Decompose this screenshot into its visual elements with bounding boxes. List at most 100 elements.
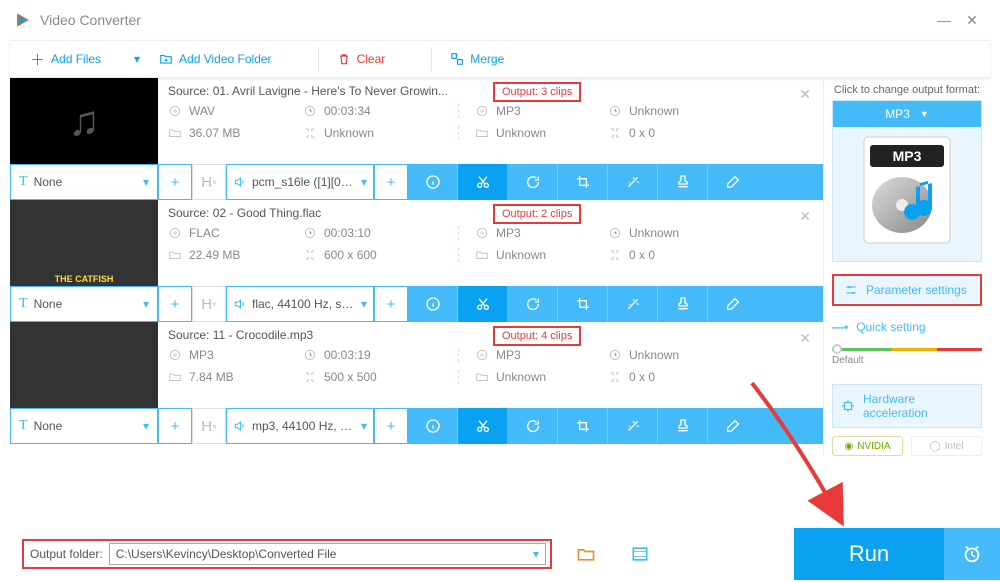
rotate-button[interactable]: [508, 408, 558, 444]
chevron-down-icon: ▾: [143, 297, 149, 311]
info-button[interactable]: [408, 408, 458, 444]
chevron-down-icon: ▾: [533, 547, 539, 561]
merge-button[interactable]: Merge: [450, 52, 504, 66]
toolbar-separator-2: [431, 47, 432, 71]
crop-button[interactable]: [558, 164, 608, 200]
folder-icon: [168, 126, 182, 140]
close-button[interactable]: ✕: [958, 12, 986, 29]
film-icon-button[interactable]: [620, 534, 660, 574]
watermark-button[interactable]: [658, 286, 708, 322]
remove-item-button[interactable]: ✕: [799, 330, 811, 347]
minimize-button[interactable]: —: [930, 12, 958, 28]
input-duration: 00:03:10: [324, 226, 371, 240]
edit-button[interactable]: [708, 286, 758, 322]
add-subtitle-button[interactable]: +: [158, 286, 192, 322]
folder-icon: [475, 370, 489, 384]
input-format: WAV: [189, 104, 215, 118]
output-dimensions: 0 x 0: [629, 370, 655, 384]
run-button[interactable]: Run: [794, 528, 944, 580]
audio-track-select[interactable]: mp3, 44100 Hz, ste▾: [226, 408, 374, 444]
input-duration: 00:03:19: [324, 348, 371, 362]
subtitle-select[interactable]: TNone▾: [10, 164, 158, 200]
add-subtitle-button[interactable]: +: [158, 164, 192, 200]
toolbar-separator: [318, 47, 319, 71]
trim-button[interactable]: [458, 408, 508, 444]
disc-icon: [168, 348, 182, 362]
input-format: MP3: [189, 348, 214, 362]
add-files-dropdown[interactable]: ▾: [129, 52, 145, 66]
add-files-button[interactable]: ＋ Add Files: [30, 49, 101, 70]
hide-subtitle-button[interactable]: H×: [192, 164, 226, 200]
rotate-button[interactable]: [508, 164, 558, 200]
input-dimensions: 500 x 500: [324, 370, 377, 384]
audio-track-value: mp3, 44100 Hz, ste: [252, 419, 356, 433]
output-format-select[interactable]: MP3 ▼: [833, 101, 981, 127]
item-thumbnail[interactable]: ♫: [10, 78, 158, 164]
add-audio-button[interactable]: +: [374, 408, 408, 444]
watermark-button[interactable]: [658, 408, 708, 444]
format-hint: Click to change output format:: [832, 84, 982, 96]
remove-item-button[interactable]: ✕: [799, 86, 811, 103]
dimensions-icon: [608, 248, 622, 262]
output-folder-box: Output folder: C:\Users\Kevincy\Desktop\…: [22, 539, 552, 569]
remove-item-button[interactable]: ✕: [799, 208, 811, 225]
output-clips-badge: Output: 3 clips: [493, 82, 581, 102]
input-size: 22.49 MB: [189, 248, 240, 262]
quality-slider[interactable]: [832, 348, 982, 351]
audio-track-select[interactable]: flac, 44100 Hz, stere▾: [226, 286, 374, 322]
slider-default-label: Default: [832, 355, 982, 366]
item-thumbnail[interactable]: THE CATFISH: [10, 200, 158, 286]
hide-subtitle-button[interactable]: H×: [192, 286, 226, 322]
source-filename: Source: 01. Avril Lavigne - Here's To Ne…: [158, 78, 823, 102]
edit-button[interactable]: [708, 164, 758, 200]
folder-icon: [475, 126, 489, 140]
source-filename: Source: 02 - Good Thing.flac: [158, 200, 823, 224]
watermark-button[interactable]: [658, 164, 708, 200]
effects-button[interactable]: [608, 164, 658, 200]
disc-icon: [168, 226, 182, 240]
add-subtitle-button[interactable]: +: [158, 408, 192, 444]
info-button[interactable]: [408, 286, 458, 322]
chevron-down-icon: ▼: [920, 109, 929, 119]
svg-text:MP3: MP3: [893, 148, 922, 164]
crop-button[interactable]: [558, 408, 608, 444]
edit-button[interactable]: [708, 408, 758, 444]
dimensions-icon: [303, 248, 317, 262]
disc-icon: [475, 348, 489, 362]
output-size: Unknown: [496, 248, 546, 262]
input-size: 36.07 MB: [189, 126, 240, 140]
item-control-bar: TNone▾ + H× pcm_s16le ([1][0][0]▾ +: [10, 164, 823, 200]
disc-icon: [168, 104, 182, 118]
subtitle-select[interactable]: TNone▾: [10, 286, 158, 322]
folder-icon: [475, 248, 489, 262]
rotate-button[interactable]: [508, 286, 558, 322]
effects-button[interactable]: [608, 408, 658, 444]
subtitle-select[interactable]: TNone▾: [10, 408, 158, 444]
hardware-acceleration-button[interactable]: Hardware acceleration: [832, 384, 982, 428]
slider-knob[interactable]: [832, 344, 842, 354]
chevron-down-icon: ▾: [361, 175, 367, 189]
add-audio-button[interactable]: +: [374, 286, 408, 322]
output-folder-select[interactable]: C:\Users\Kevincy\Desktop\Converted File …: [109, 543, 546, 565]
run-label: Run: [849, 541, 889, 567]
audio-track-select[interactable]: pcm_s16le ([1][0][0]▾: [226, 164, 374, 200]
open-folder-button[interactable]: [566, 534, 606, 574]
add-video-folder-button[interactable]: Add Video Folder: [159, 52, 272, 66]
schedule-button[interactable]: [944, 528, 1000, 580]
add-audio-button[interactable]: +: [374, 164, 408, 200]
hide-subtitle-button[interactable]: H×: [192, 408, 226, 444]
effects-button[interactable]: [608, 286, 658, 322]
item-thumbnail[interactable]: [10, 322, 158, 408]
output-folder-label: Output folder:: [24, 547, 109, 561]
dash-icon: —•: [832, 320, 848, 334]
clear-button[interactable]: Clear: [337, 52, 386, 66]
trim-button[interactable]: [458, 164, 508, 200]
crop-button[interactable]: [558, 286, 608, 322]
output-size: Unknown: [496, 370, 546, 384]
output-clips-badge: Output: 2 clips: [493, 204, 581, 224]
titlebar: Video Converter — ✕: [0, 0, 1000, 40]
parameter-settings-button[interactable]: Parameter settings: [832, 274, 982, 306]
trim-button[interactable]: [458, 286, 508, 322]
output-format: MP3: [496, 348, 521, 362]
info-button[interactable]: [408, 164, 458, 200]
